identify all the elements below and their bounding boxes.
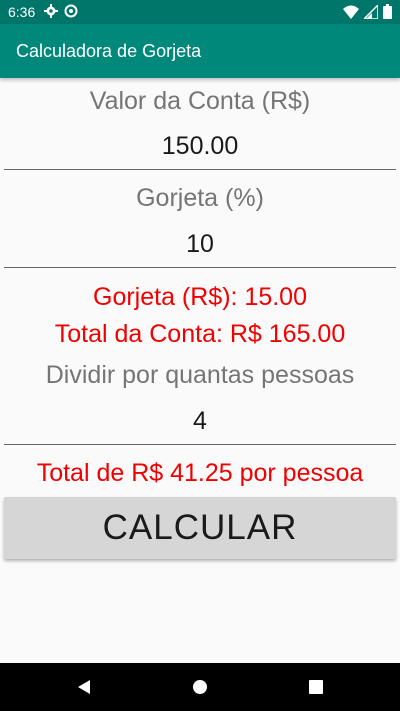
recents-icon[interactable] <box>306 677 326 697</box>
signal-icon <box>362 2 379 24</box>
per-person-result: Total de R$ 41.25 por pessoa <box>36 459 364 487</box>
home-icon[interactable] <box>190 677 210 697</box>
bill-amount-input[interactable] <box>4 124 396 170</box>
calculate-button[interactable]: CALCULAR <box>4 497 396 559</box>
app-bar: Calculadora de Gorjeta <box>0 24 400 78</box>
bill-label: Valor da Conta (R$) <box>89 87 311 115</box>
split-label: Dividir por quantas pessoas <box>45 361 355 389</box>
wifi-icon <box>343 5 359 24</box>
battery-icon <box>383 4 392 24</box>
sync-icon <box>64 4 78 23</box>
status-time: 6:36 <box>8 4 36 20</box>
tip-percent-input[interactable] <box>4 222 396 268</box>
status-bar: 6:36 <box>0 0 400 24</box>
app-title: Calculadora de Gorjeta <box>16 41 202 61</box>
tip-amount-result: Gorjeta (R$): 15.00 <box>93 283 307 311</box>
tip-percent-label: Gorjeta (%) <box>136 184 264 212</box>
split-count-input[interactable] <box>4 399 396 445</box>
bill-total-result: Total da Conta: R$ 165.00 <box>54 320 346 348</box>
back-icon[interactable] <box>74 677 94 697</box>
navigation-bar <box>0 663 400 711</box>
gear-icon <box>44 4 58 23</box>
